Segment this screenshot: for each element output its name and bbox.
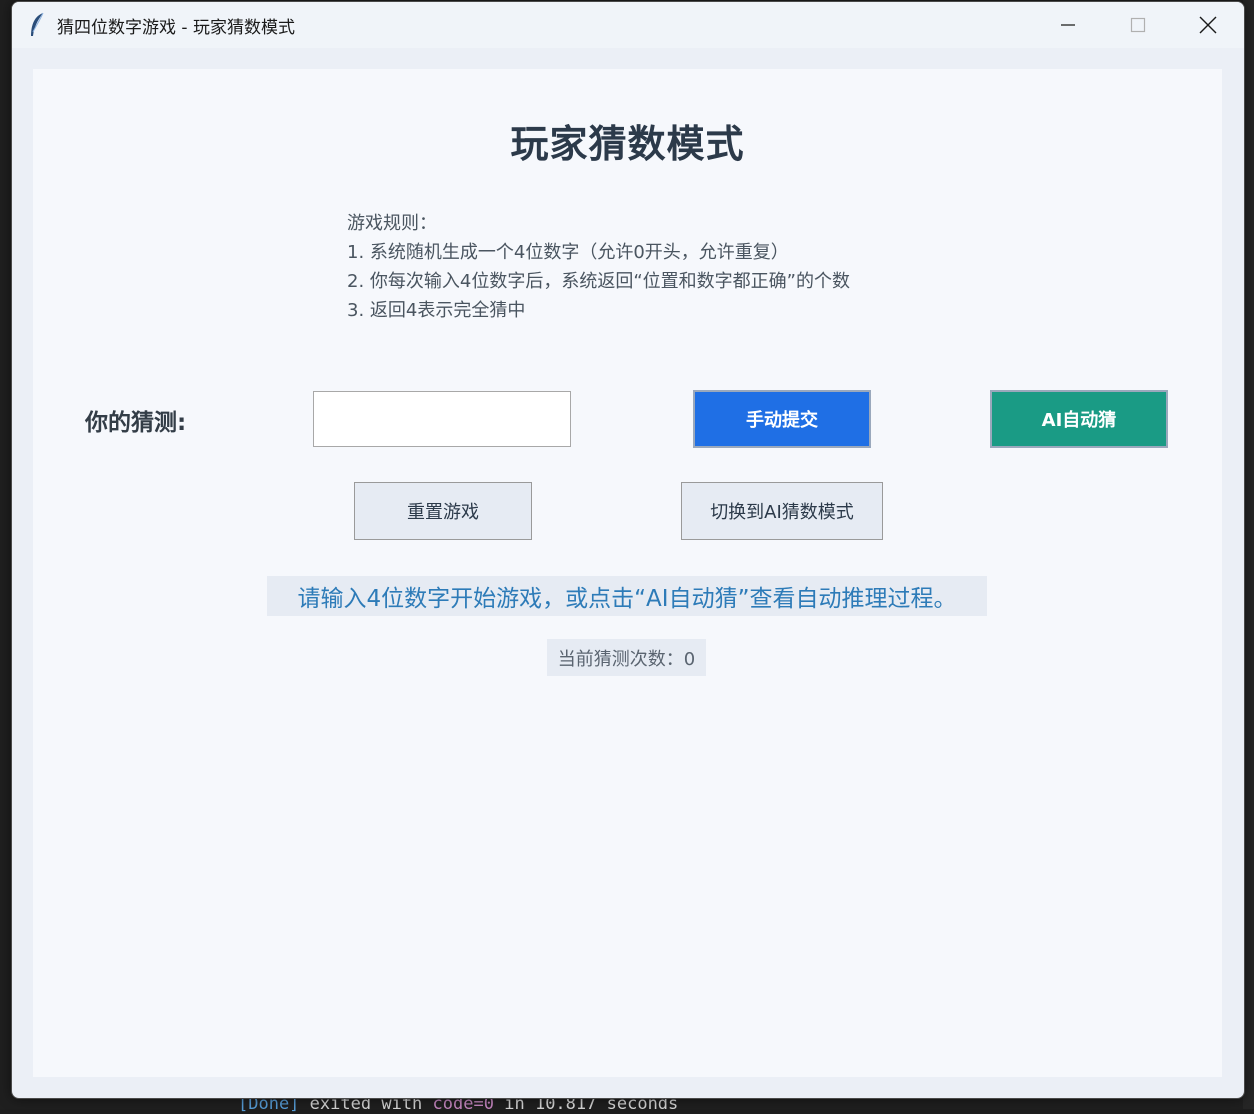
switch-mode-button[interactable]: 切换到AI猜数模式 xyxy=(681,482,883,540)
submit-button[interactable]: 手动提交 xyxy=(693,390,871,448)
guess-count: 当前猜测次数：0 xyxy=(547,639,706,676)
rule-line: 2. 你每次输入4位数字后，系统返回“位置和数字都正确”的个数 xyxy=(347,271,850,292)
rule-line: 1. 系统随机生成一个4位数字（允许0开头，允许重复） xyxy=(347,242,789,263)
title-bar[interactable]: 猜四位数字游戏 - 玩家猜数模式 xyxy=(12,2,1244,48)
page-title: 玩家猜数模式 xyxy=(510,122,745,166)
feather-icon xyxy=(31,12,44,36)
maximize-button[interactable] xyxy=(1103,2,1173,48)
close-icon xyxy=(1199,16,1217,34)
minimize-button[interactable] xyxy=(1033,2,1103,48)
close-button[interactable] xyxy=(1173,2,1243,48)
rule-line: 3. 返回4表示完全猜中 xyxy=(347,300,526,321)
ai-guess-button[interactable]: AI自动猜 xyxy=(990,390,1168,448)
maximize-icon xyxy=(1130,17,1146,33)
reset-game-button[interactable]: 重置游戏 xyxy=(354,482,532,540)
window-title: 猜四位数字游戏 - 玩家猜数模式 xyxy=(57,18,295,38)
app-window: 猜四位数字游戏 - 玩家猜数模式 玩家猜数模式 游戏规则： 1. 系统随机生成一… xyxy=(11,1,1245,1099)
status-message: 请输入4位数字开始游戏，或点击“AI自动猜”查看自动推理过程。 xyxy=(267,576,987,616)
rules-block: 游戏规则： 1. 系统随机生成一个4位数字（允许0开头，允许重复） 2. 你每次… xyxy=(347,209,850,325)
rules-title: 游戏规则： xyxy=(347,213,437,234)
minimize-icon xyxy=(1061,24,1075,26)
guess-label: 你的猜测: xyxy=(85,410,187,436)
guess-input[interactable] xyxy=(313,391,571,447)
main-panel: 玩家猜数模式 游戏规则： 1. 系统随机生成一个4位数字（允许0开头，允许重复）… xyxy=(33,69,1222,1077)
